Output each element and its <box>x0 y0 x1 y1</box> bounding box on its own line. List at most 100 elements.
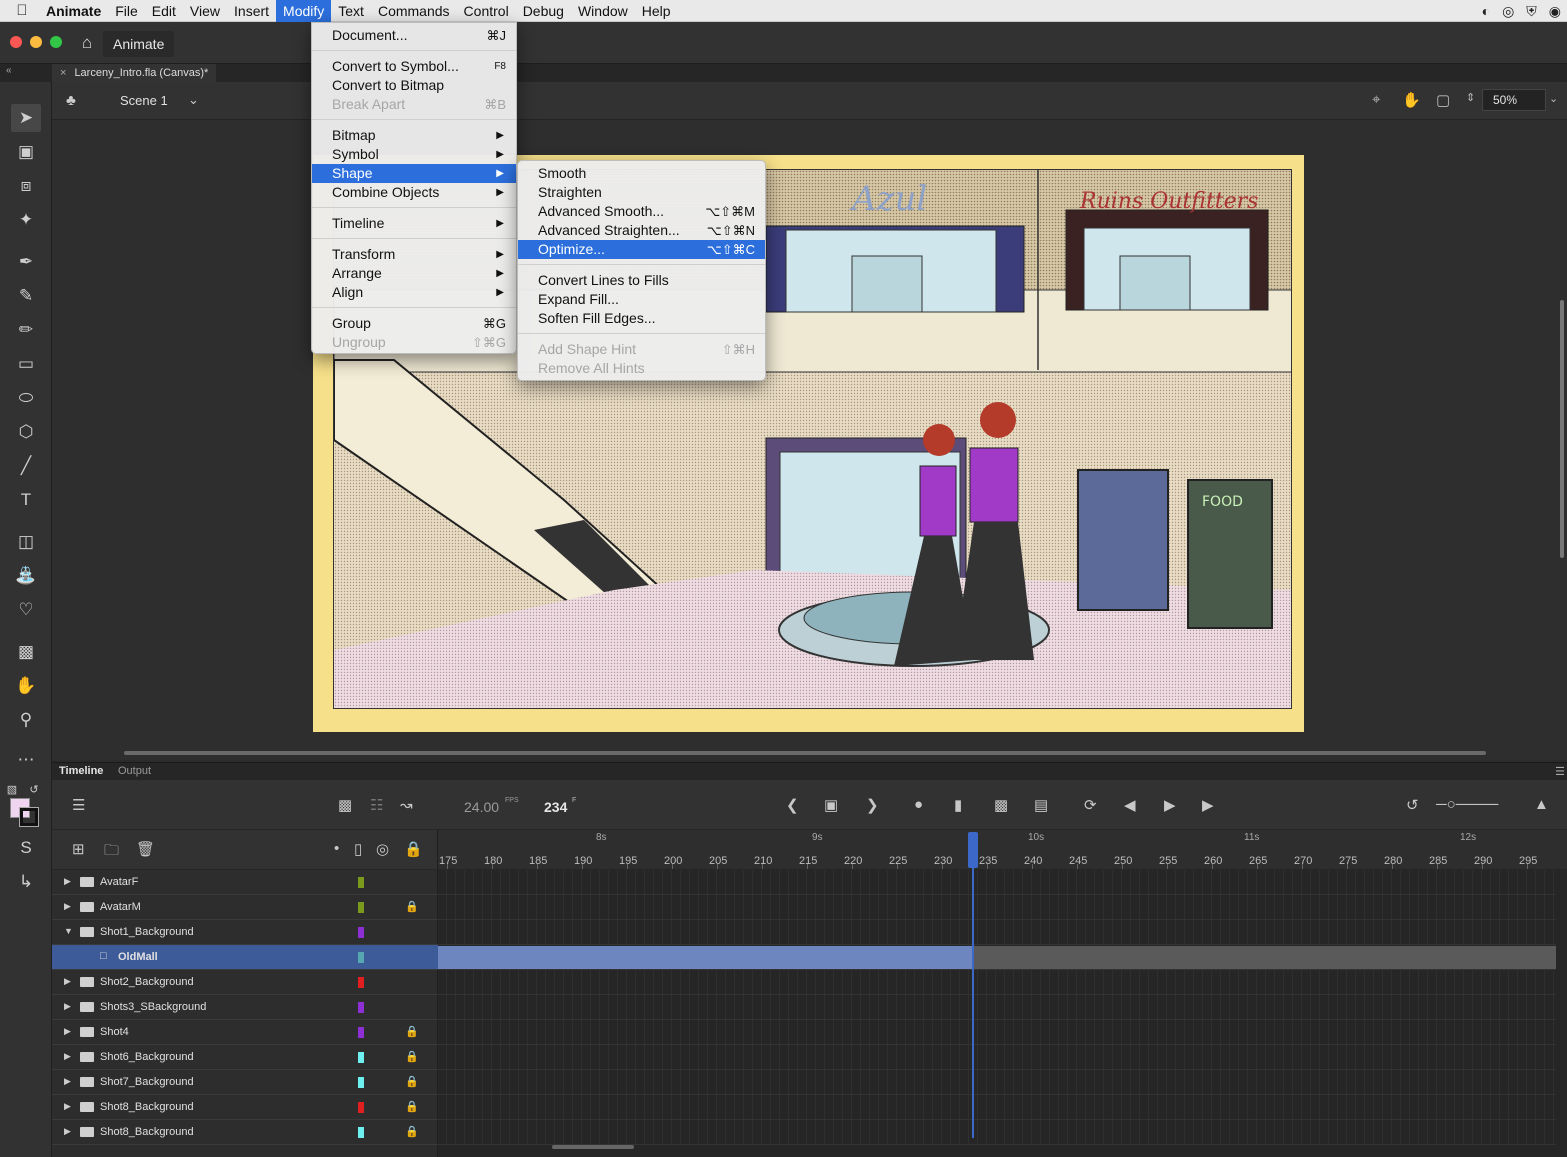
menu-modify[interactable]: Modify <box>276 0 332 22</box>
expand-right-icon[interactable]: ▶ <box>64 876 71 887</box>
play-icon[interactable]: ▶ <box>1164 796 1176 814</box>
menu-commands[interactable]: Commands <box>371 0 457 22</box>
expand-right-icon[interactable]: ▶ <box>64 1076 71 1087</box>
layer-row[interactable]: ▶ Shot8_Background 🔒 <box>52 1095 438 1120</box>
menu-text[interactable]: Text <box>331 0 371 22</box>
expand-right-icon[interactable]: ▶ <box>64 1126 71 1137</box>
brush-tool-icon[interactable]: ✎ <box>11 282 41 310</box>
camera-tool-icon[interactable]: ▩ <box>11 638 41 666</box>
frame-row[interactable] <box>438 970 1556 995</box>
stage-vertical-scrollbar[interactable] <box>1560 300 1564 558</box>
lasso-tool-icon[interactable]: ⧈ <box>11 172 41 200</box>
menu-file[interactable]: File <box>108 0 145 22</box>
next-keyframe-icon[interactable]: ❯ <box>866 796 879 814</box>
layer-color-chip[interactable] <box>358 902 364 913</box>
frame-row[interactable] <box>438 870 1556 895</box>
layer-color-chip[interactable] <box>358 952 364 963</box>
eraser-tool-icon[interactable]: ◫ <box>11 528 41 556</box>
shield-icon[interactable]: ⛨ <box>1526 3 1537 20</box>
new-layer-icon[interactable]: ⊞ <box>72 840 85 858</box>
menu-item-group[interactable]: Group ⌘G <box>312 314 516 333</box>
layer-row[interactable]: ▶ Shot2_Background <box>52 970 438 995</box>
chevron-down-icon[interactable]: ⌄ <box>1549 92 1558 105</box>
frame-row[interactable] <box>438 895 1556 920</box>
hide-layers-icon[interactable]: ◎ <box>376 840 389 858</box>
onion-skin-icon[interactable]: ● <box>914 796 923 813</box>
camera-icon[interactable]: ▩ <box>338 796 352 814</box>
layer-row[interactable]: ▶ AvatarF <box>52 870 438 895</box>
menu-item-bitmap[interactable]: Bitmap ▶ <box>312 126 516 145</box>
frame-row[interactable] <box>438 1070 1556 1095</box>
frame-ruler[interactable]: 175 180 185 190 195 200 205 210 215 220 225 230 235 2… <box>438 830 1567 870</box>
menu-item-expand-fill[interactable]: Expand Fill... <box>518 290 765 309</box>
frame-grid[interactable] <box>438 870 1567 1157</box>
insert-keyframe-icon[interactable]: ▣ <box>824 796 838 814</box>
layer-color-chip[interactable] <box>358 877 364 888</box>
menu-window[interactable]: Window <box>571 0 635 22</box>
edit-multiple-frames-icon[interactable]: ▮ <box>954 796 962 814</box>
layer-row[interactable]: ▶ Shot4 🔒 <box>52 1020 438 1045</box>
sync-status-icon[interactable]: ◎ <box>1502 3 1514 20</box>
minimize-window-button[interactable] <box>30 36 42 48</box>
eyedropper-tool-icon[interactable]: ♡ <box>11 596 41 624</box>
menu-item-document[interactable]: Document... ⌘J <box>312 26 516 45</box>
expand-timeline-icon[interactable]: ▲ <box>1534 796 1549 813</box>
paint-brush-tool-icon[interactable]: ✒ <box>11 248 41 276</box>
frame-row[interactable] <box>438 995 1556 1020</box>
menu-edit[interactable]: Edit <box>145 0 183 22</box>
expand-right-icon[interactable]: ▶ <box>64 901 71 912</box>
line-tool-icon[interactable]: ╱ <box>11 452 41 480</box>
frame-row[interactable] <box>438 1095 1556 1120</box>
layer-color-chip[interactable] <box>358 927 364 938</box>
menu-item-symbol[interactable]: Symbol ▶ <box>312 145 516 164</box>
fps-value[interactable]: 24.00 <box>464 799 499 815</box>
frame-row[interactable] <box>438 1020 1556 1045</box>
layer-color-chip[interactable] <box>358 1077 364 1088</box>
layer-row[interactable]: ▶ Shots3_SBackground <box>52 995 438 1020</box>
expand-right-icon[interactable]: ▶ <box>64 1051 71 1062</box>
clip-content-icon[interactable]: ▢ <box>1436 91 1450 109</box>
layers-icon[interactable]: ☰ <box>72 796 85 814</box>
oval-tool-icon[interactable]: ⬭ <box>11 384 41 412</box>
menu-item-optimize[interactable]: Optimize... ⌥⇧⌘C <box>518 240 765 259</box>
center-playhead-icon[interactable]: ↺ <box>1406 796 1419 814</box>
frame-size-slider[interactable]: ─○──── <box>1436 796 1498 813</box>
layer-row[interactable]: ▶ AvatarM 🔒 <box>52 895 438 920</box>
snap-to-objects-icon[interactable]: S <box>11 834 41 862</box>
layer-row[interactable]: ▶ Shot7_Background 🔒 <box>52 1070 438 1095</box>
frame-row[interactable] <box>438 945 1556 970</box>
current-frame-value[interactable]: 234 <box>544 799 567 815</box>
lock-icon[interactable]: 🔒 <box>405 1125 419 1138</box>
frame-row[interactable] <box>438 1045 1556 1070</box>
document-tab[interactable]: × Larceny_Intro.fla (Canvas)* <box>52 64 217 82</box>
zoom-window-button[interactable] <box>50 36 62 48</box>
new-folder-icon[interactable]: 🗀 <box>104 840 119 865</box>
lock-icon[interactable]: 🔒 <box>405 1025 419 1038</box>
menu-view[interactable]: View <box>183 0 227 22</box>
paint-bucket-tool-icon[interactable]: ⛲ <box>11 562 41 590</box>
pin-tool-icon[interactable]: ✦ <box>11 206 41 234</box>
collapse-panel-icon[interactable]: « <box>6 65 12 76</box>
tab-output[interactable]: Output <box>118 765 151 777</box>
menu-item-smooth[interactable]: Smooth <box>518 164 765 183</box>
previous-keyframe-icon[interactable]: ❮ <box>786 796 799 814</box>
menu-item-transform[interactable]: Transform ▶ <box>312 245 516 264</box>
tab-timeline[interactable]: Timeline <box>59 765 103 777</box>
selected-frame-span[interactable] <box>438 946 974 969</box>
menu-app-name[interactable]: Animate <box>44 0 108 22</box>
expand-right-icon[interactable]: ▶ <box>64 976 71 987</box>
layer-row[interactable]: ▶ Shot6_Background 🔒 <box>52 1045 438 1070</box>
insert-blank-keyframe-icon[interactable]: ▤ <box>1034 796 1048 814</box>
graph-icon[interactable]: ↝ <box>400 796 413 814</box>
layer-row[interactable]: ▼ Shot1_Background <box>52 920 438 945</box>
layer-color-chip[interactable] <box>358 1102 364 1113</box>
playhead[interactable] <box>972 832 974 1138</box>
lock-icon[interactable]: 🔒 <box>405 1075 419 1088</box>
more-tools-icon[interactable]: ⋯ <box>11 746 41 774</box>
menu-item-convert-to-bitmap[interactable]: Convert to Bitmap <box>312 76 516 95</box>
layer-color-chip[interactable] <box>358 977 364 988</box>
polystar-tool-icon[interactable]: ⬡ <box>11 418 41 446</box>
expand-right-icon[interactable]: ▶ <box>64 1001 71 1012</box>
menu-help[interactable]: Help <box>635 0 678 22</box>
straighten-option-icon[interactable]: ↳ <box>11 868 41 896</box>
